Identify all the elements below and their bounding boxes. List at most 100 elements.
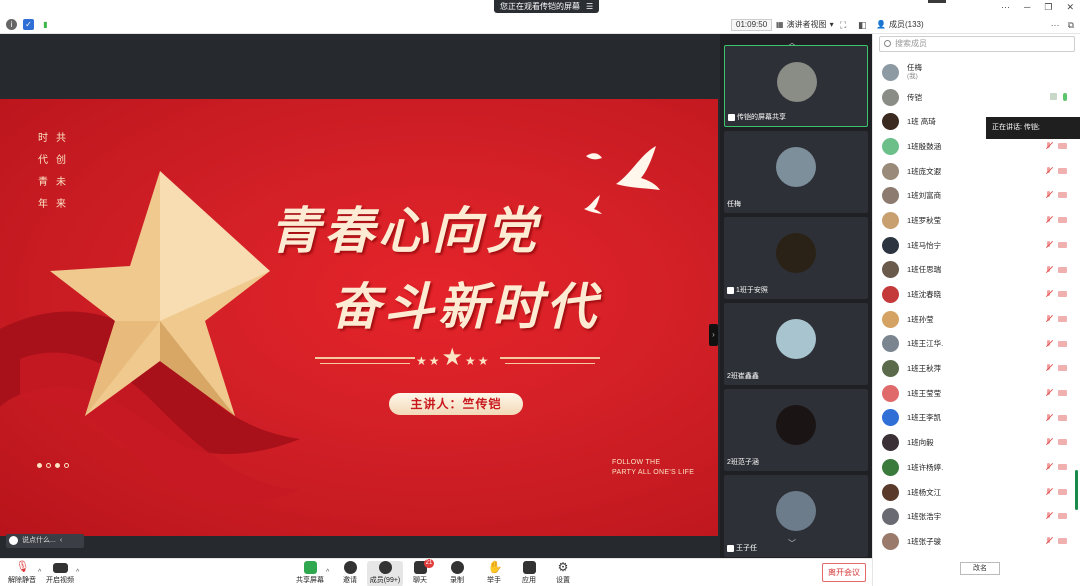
mic-off-icon[interactable] [1045, 463, 1052, 471]
member-row[interactable]: 1班张子骏 [873, 529, 1073, 554]
camera-off-icon[interactable] [1058, 464, 1067, 470]
screen-share-notice[interactable]: 您正在观看传铠的屏幕 ☰ [494, 0, 600, 13]
mic-off-icon[interactable] [1045, 166, 1052, 175]
more-icon[interactable]: ··· [1001, 0, 1010, 14]
member-row[interactable]: 1班刘富商 [873, 183, 1073, 208]
camera-off-icon[interactable] [1058, 217, 1067, 224]
camera-off-icon[interactable] [1058, 241, 1067, 248]
members-button[interactable]: 成员(99+) [367, 561, 403, 586]
poem-char: 创 [56, 155, 66, 166]
camera-off-icon[interactable] [1058, 315, 1067, 322]
collapse-thumbnails-button[interactable]: › [709, 324, 718, 346]
mic-on-icon[interactable] [1063, 92, 1067, 101]
members-scrollbar[interactable] [1075, 470, 1078, 510]
video-tile[interactable]: 1班于安照 [724, 217, 868, 299]
shield-icon[interactable]: ✓ [23, 19, 34, 30]
mic-off-icon[interactable] [1045, 487, 1052, 496]
page-dot[interactable] [46, 463, 51, 468]
mic-off-icon[interactable] [1045, 191, 1052, 199]
page-dot[interactable] [55, 463, 60, 468]
camera-off-icon[interactable] [1058, 365, 1067, 372]
mic-off-icon[interactable] [1045, 388, 1052, 397]
rename-button[interactable]: 改名 [960, 562, 1000, 575]
screen-share-icon[interactable] [1050, 92, 1057, 100]
member-name: 1班马怡宁 [907, 241, 941, 250]
member-row[interactable]: 1班杨文江 [873, 480, 1073, 505]
camera-off-icon[interactable] [1058, 389, 1067, 396]
signal-icon[interactable]: ▮ [40, 19, 51, 30]
mic-off-icon[interactable] [1045, 512, 1052, 520]
fullscreen-icon[interactable]: ⛶ [840, 19, 846, 31]
member-row[interactable]: 1班王莹莹 [873, 381, 1073, 406]
close-icon[interactable]: ✕ [1066, 0, 1074, 14]
more-options-icon[interactable]: ··· [1051, 19, 1060, 31]
chevron-left-icon[interactable]: ‹ [60, 534, 62, 548]
camera-off-icon[interactable] [1058, 291, 1067, 298]
mic-off-icon[interactable] [1045, 438, 1052, 446]
camera-off-icon[interactable] [1058, 538, 1067, 545]
camera-off-icon[interactable] [1058, 488, 1067, 495]
quick-chat-input[interactable]: 说点什么... ‹ [6, 534, 84, 548]
video-tile[interactable]: 2班崔鑫鑫 [724, 303, 868, 385]
chevron-down-icon[interactable]: ﹀ [780, 539, 804, 549]
camera-off-icon[interactable] [1058, 439, 1067, 446]
chevron-up-icon[interactable]: ^ [326, 569, 329, 576]
unmute-button[interactable]: 🎙 解除静音 [2, 561, 42, 585]
chat-button[interactable]: 21 聊天 [400, 559, 440, 585]
mic-off-icon[interactable] [1045, 364, 1052, 372]
record-button[interactable]: 录制 [437, 561, 477, 585]
settings-button[interactable]: ⚙ 设置 [543, 561, 583, 585]
chevron-up-icon[interactable]: ^ [76, 569, 79, 576]
leave-meeting-button[interactable]: 离开会议 [822, 563, 866, 582]
restore-icon[interactable]: ❐ [1044, 0, 1052, 14]
mic-off-icon[interactable] [1045, 339, 1052, 348]
poem-char: 时 [38, 133, 48, 144]
raise-hand-button[interactable]: ✋ 举手 [474, 561, 514, 585]
invite-button[interactable]: 邀请 [330, 561, 370, 585]
page-dot[interactable] [37, 463, 42, 468]
member-row[interactable]: 1班任思瑞 [873, 258, 1073, 283]
member-row[interactable]: 1班王李凯 [873, 406, 1073, 431]
member-search-input[interactable]: 搜索成员 [879, 36, 1075, 52]
slide-title-line1: 青春心向党 [270, 201, 540, 260]
camera-off-icon[interactable] [1058, 192, 1067, 199]
member-row[interactable]: 1班马怡宁 [873, 233, 1073, 258]
minimize-icon[interactable]: ─ [1024, 0, 1030, 14]
mic-off-icon[interactable] [1045, 413, 1052, 422]
video-tile[interactable]: 2班范子涵 [724, 389, 868, 471]
view-mode-selector[interactable]: ▦ 演讲者视图 ▾ [776, 19, 834, 31]
member-row[interactable]: 1班罗秋莹 [873, 208, 1073, 233]
popout-icon[interactable]: ⧉ [1068, 19, 1074, 31]
camera-off-icon[interactable] [1058, 143, 1067, 150]
camera-off-icon[interactable] [1058, 513, 1067, 520]
member-row[interactable]: 1班庞文遐 [873, 159, 1073, 184]
member-row[interactable]: 1班向毅 [873, 430, 1073, 455]
camera-off-icon[interactable] [1058, 266, 1067, 273]
page-dot[interactable] [64, 463, 69, 468]
member-row[interactable]: 1班沈春晓 [873, 282, 1073, 307]
member-row[interactable]: 1班王江华. [873, 332, 1073, 357]
video-tile[interactable]: 任梅 [724, 131, 868, 213]
mic-off-icon[interactable] [1045, 537, 1052, 545]
mic-off-icon[interactable] [1045, 142, 1052, 150]
video-tile[interactable]: 传铠的屏幕共享 [724, 45, 868, 127]
layout-icon[interactable]: ◧ [858, 19, 867, 31]
mic-off-icon[interactable] [1045, 290, 1052, 298]
mic-off-icon[interactable] [1045, 314, 1052, 323]
camera-off-icon[interactable] [1058, 340, 1067, 347]
camera-off-icon[interactable] [1058, 414, 1067, 421]
member-row[interactable]: 1班孙莹 [873, 307, 1073, 332]
member-row[interactable]: 1班许杨婷. [873, 455, 1073, 480]
member-row[interactable]: 任梅 (我) [873, 60, 1073, 85]
drag-handle[interactable] [928, 0, 946, 3]
member-row[interactable]: 1班张浩宇 [873, 504, 1073, 529]
start-video-button[interactable]: 开启视频 [40, 561, 80, 585]
mic-off-icon[interactable] [1045, 240, 1052, 249]
member-row[interactable]: 传铠 [873, 85, 1073, 110]
camera-off-icon[interactable] [1058, 167, 1067, 174]
mic-off-icon[interactable] [1045, 216, 1052, 224]
share-screen-button[interactable]: 共享屏幕 [290, 561, 330, 585]
mic-off-icon[interactable] [1045, 265, 1052, 274]
info-icon[interactable]: i [6, 19, 17, 30]
member-row[interactable]: 1班王秋萍 [873, 356, 1073, 381]
